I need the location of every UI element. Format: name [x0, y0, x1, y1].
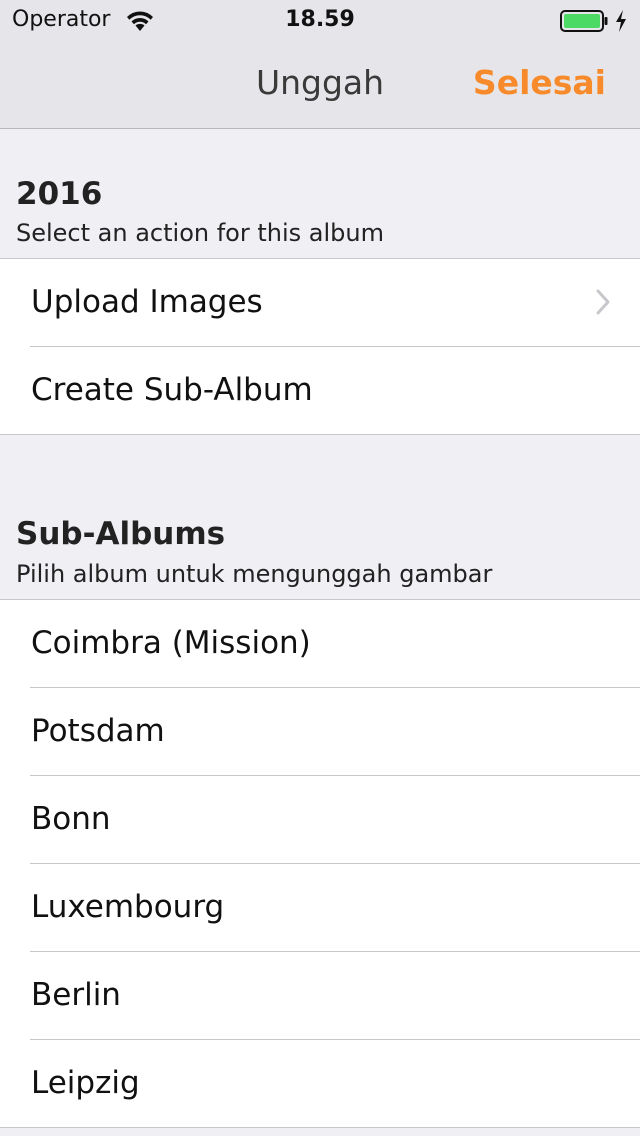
done-button[interactable]: Selesai	[473, 62, 606, 104]
sub-album-label: Leipzig	[31, 1065, 140, 1101]
sub-albums-list: Coimbra (Mission) Potsdam Bonn Luxembour…	[0, 599, 640, 1128]
charging-bolt-icon	[614, 9, 628, 33]
list-item[interactable]: Leipzig	[0, 1039, 640, 1127]
album-subtitle: Select an action for this album	[16, 219, 384, 247]
sub-album-label: Coimbra (Mission)	[31, 625, 311, 661]
list-item[interactable]: Potsdam	[0, 687, 640, 775]
list-item[interactable]: Luxembourg	[0, 863, 640, 951]
album-section-header: 2016 Select an action for this album	[0, 129, 640, 259]
create-sub-album-label: Create Sub-Album	[31, 372, 313, 408]
sub-album-label: Bonn	[31, 801, 111, 837]
create-sub-album-row[interactable]: Create Sub-Album	[0, 346, 640, 434]
list-item[interactable]: Coimbra (Mission)	[0, 600, 640, 687]
sub-albums-subtitle: Pilih album untuk mengunggah gambar	[16, 560, 493, 588]
sub-album-label: Berlin	[31, 977, 121, 1013]
list-item[interactable]: Bonn	[0, 775, 640, 863]
battery-icon	[560, 10, 608, 32]
chevron-right-icon	[596, 288, 610, 316]
album-title: 2016	[16, 176, 103, 212]
status-bar: Operator 18.59	[0, 0, 640, 40]
status-time: 18.59	[285, 7, 355, 32]
album-actions-list: Upload Images Create Sub-Album	[0, 258, 640, 435]
sub-album-label: Luxembourg	[31, 889, 225, 925]
sub-album-label: Potsdam	[31, 713, 165, 749]
upload-images-label: Upload Images	[31, 284, 263, 320]
upload-images-row[interactable]: Upload Images	[0, 259, 640, 346]
sub-albums-title: Sub-Albums	[16, 516, 226, 552]
navigation-bar: Unggah Selesai	[0, 40, 640, 129]
list-item[interactable]: Berlin	[0, 951, 640, 1039]
sub-albums-section-header: Sub-Albums Pilih album untuk mengunggah …	[0, 434, 640, 600]
